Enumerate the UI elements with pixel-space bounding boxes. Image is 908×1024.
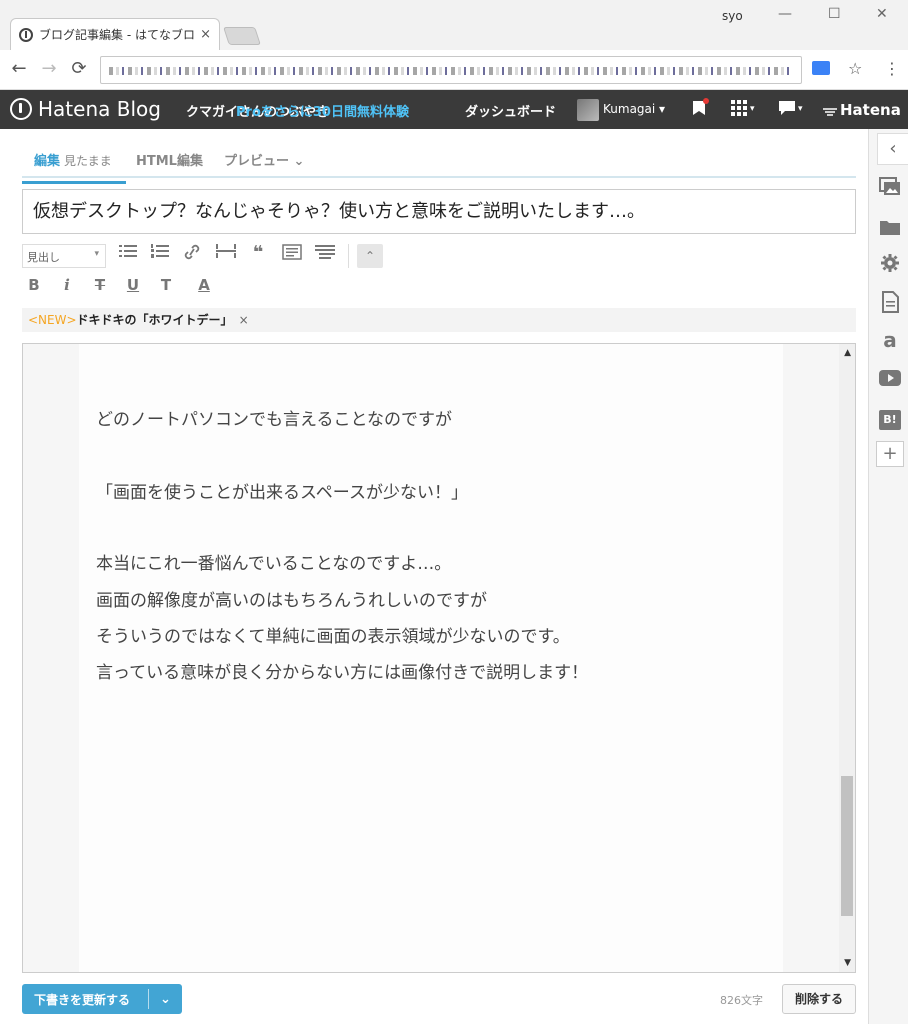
chevron-down-icon: ⌄ <box>293 154 305 169</box>
save-options-chevron-icon[interactable]: ⌄ <box>149 992 182 1007</box>
maximize-icon[interactable]: ☐ <box>828 6 841 22</box>
hatena-wave-icon <box>822 103 838 122</box>
minimize-icon[interactable]: — <box>778 6 792 22</box>
notice-close-icon[interactable]: × <box>239 313 249 327</box>
new-tag: <NEW> <box>28 313 77 327</box>
editor-page[interactable]: どのノートパソコンでも言えることなのですが 「画面を使うことが出来るスペースが少… <box>79 344 783 972</box>
hatena-bookmark-icon[interactable]: B! <box>878 408 902 430</box>
body-line: 画面の解像度が高いのはもちろんうれしいのですが <box>96 591 487 611</box>
youtube-icon[interactable] <box>878 370 902 390</box>
comment-caret-icon[interactable]: ▾ <box>798 104 803 114</box>
tab-edit[interactable]: 編集 見たまま <box>22 150 126 184</box>
list-bullet-icon[interactable] <box>116 244 140 262</box>
table-of-contents-icon[interactable] <box>313 244 337 264</box>
back-icon[interactable]: ← <box>4 58 34 79</box>
sidebar-toggle-icon[interactable]: ‹ <box>877 133 908 165</box>
editor-mode-tabs: 編集 見たまま HTML編集 プレビュー ⌄ <box>22 140 856 184</box>
dashboard-link[interactable]: ダッシュボード <box>465 101 556 120</box>
toolbar-collapse-button[interactable]: ⌃ <box>357 244 383 268</box>
more-break-icon[interactable] <box>214 244 238 262</box>
save-draft-label: 下書きを更新する <box>34 992 131 1007</box>
hatena-blog-logo[interactable]: Hatena Blog <box>10 97 161 121</box>
scroll-thumb[interactable] <box>841 776 853 916</box>
tab-preview-label: プレビュー <box>224 154 290 169</box>
logo-text: Hatena Blog <box>38 97 161 121</box>
toolbar-divider <box>348 244 349 268</box>
pixelated-url <box>109 67 789 75</box>
url-bar[interactable] <box>100 56 802 84</box>
body-line: 「画面を使うことが出来るスペースが少ない！」 <box>96 483 468 503</box>
gear-icon[interactable] <box>878 253 902 277</box>
tab-close-icon[interactable]: × <box>200 27 211 42</box>
window-close-icon[interactable]: ✕ <box>876 6 888 22</box>
browser-titlebar: ブログ記事編集 - はてなブロ × syo — ☐ ✕ <box>0 0 908 50</box>
extension-chat-icon[interactable] <box>812 61 830 75</box>
profile-name[interactable]: syo <box>722 9 743 23</box>
address-toolbar: ← → ⟳ ☆ ⋮ <box>0 50 908 90</box>
strikethrough-button[interactable]: T <box>88 276 112 294</box>
list-number-icon[interactable] <box>148 244 172 262</box>
folder-icon[interactable] <box>878 218 902 240</box>
document-icon[interactable] <box>878 291 902 317</box>
body-line: 本当にこれ一番悩んでいることなのですよ…。 <box>96 554 452 574</box>
editor-scrollbar[interactable]: ▲ ▼ <box>839 344 855 972</box>
avatar[interactable] <box>577 99 599 121</box>
add-module-button[interactable]: + <box>876 441 904 467</box>
editor-area[interactable]: どのノートパソコンでも言えることなのですが 「画面を使うことが出来るスペースが少… <box>22 343 856 973</box>
notification-badge <box>703 98 709 104</box>
hatena-global-header: Hatena Blog クマガイさんのつぶやき Proをさらに30日間無料体験 … <box>0 90 908 129</box>
apps-caret-icon[interactable]: ▾ <box>750 104 755 114</box>
hatena-logo-icon <box>10 98 32 120</box>
footnote-icon[interactable] <box>280 244 304 264</box>
body-line: 言っている意味が良く分からない方には画像付きで説明します！ <box>96 663 589 683</box>
link-icon[interactable] <box>180 244 204 264</box>
delete-button[interactable]: 削除する <box>782 984 856 1014</box>
tab-edit-sub: 見たまま <box>64 154 112 168</box>
scroll-up-icon[interactable]: ▲ <box>844 348 851 358</box>
topic-notice: <NEW>ドキドキの「ホワイトデー」 × <box>22 308 856 332</box>
character-count: 826文字 <box>720 994 763 1007</box>
body-line: どのノートパソコンでも言えることなのですが <box>96 410 452 430</box>
amazon-icon[interactable]: a <box>878 328 902 352</box>
underline-button[interactable]: U <box>121 276 145 294</box>
hatebu-label: B! <box>879 410 901 430</box>
apps-grid-icon[interactable] <box>731 100 747 120</box>
notice-topic-link[interactable]: ドキドキの「ホワイトデー」 <box>77 313 233 327</box>
heading-select[interactable]: 見出し <box>22 244 106 268</box>
font-size-button[interactable]: T <box>154 276 178 294</box>
tab-html[interactable]: HTML編集 <box>136 150 203 169</box>
bold-button[interactable]: B <box>22 276 46 294</box>
photo-icon[interactable] <box>878 177 902 201</box>
forward-icon[interactable]: → <box>34 58 64 79</box>
title-input[interactable]: 仮想デスクトップ？なんじゃそりゃ？使い方と意味をご説明いたします…。 <box>22 189 856 234</box>
pro-trial-banner[interactable]: Proをさらに30日間無料体験 <box>236 101 409 120</box>
new-tab-button[interactable] <box>223 27 261 45</box>
body-line: そういうのではなくて単純に画面の表示領域が少ないのです。 <box>96 627 570 647</box>
user-menu[interactable]: Kumagai ▾ <box>603 102 665 116</box>
hatena-favicon-icon <box>19 27 33 42</box>
reload-icon[interactable]: ⟳ <box>64 58 94 79</box>
bookmark-star-icon[interactable]: ☆ <box>848 59 862 78</box>
browser-tab[interactable]: ブログ記事編集 - はてなブロ × <box>10 18 220 50</box>
tab-preview[interactable]: プレビュー ⌄ <box>224 150 304 169</box>
scroll-down-icon[interactable]: ▼ <box>844 958 851 968</box>
text-color-button[interactable]: A <box>192 276 216 294</box>
quote-icon[interactable]: ❝ <box>246 242 270 263</box>
browser-menu-icon[interactable]: ⋮ <box>884 59 900 78</box>
tab-edit-label: 編集 <box>34 154 61 169</box>
save-draft-button[interactable]: 下書きを更新する ⌄ <box>22 984 182 1014</box>
hatena-brand[interactable]: Hatena <box>840 101 901 119</box>
italic-button[interactable]: i <box>55 276 79 294</box>
comment-icon[interactable] <box>778 100 796 120</box>
tab-title: ブログ記事編集 - はてなブロ <box>39 28 195 42</box>
